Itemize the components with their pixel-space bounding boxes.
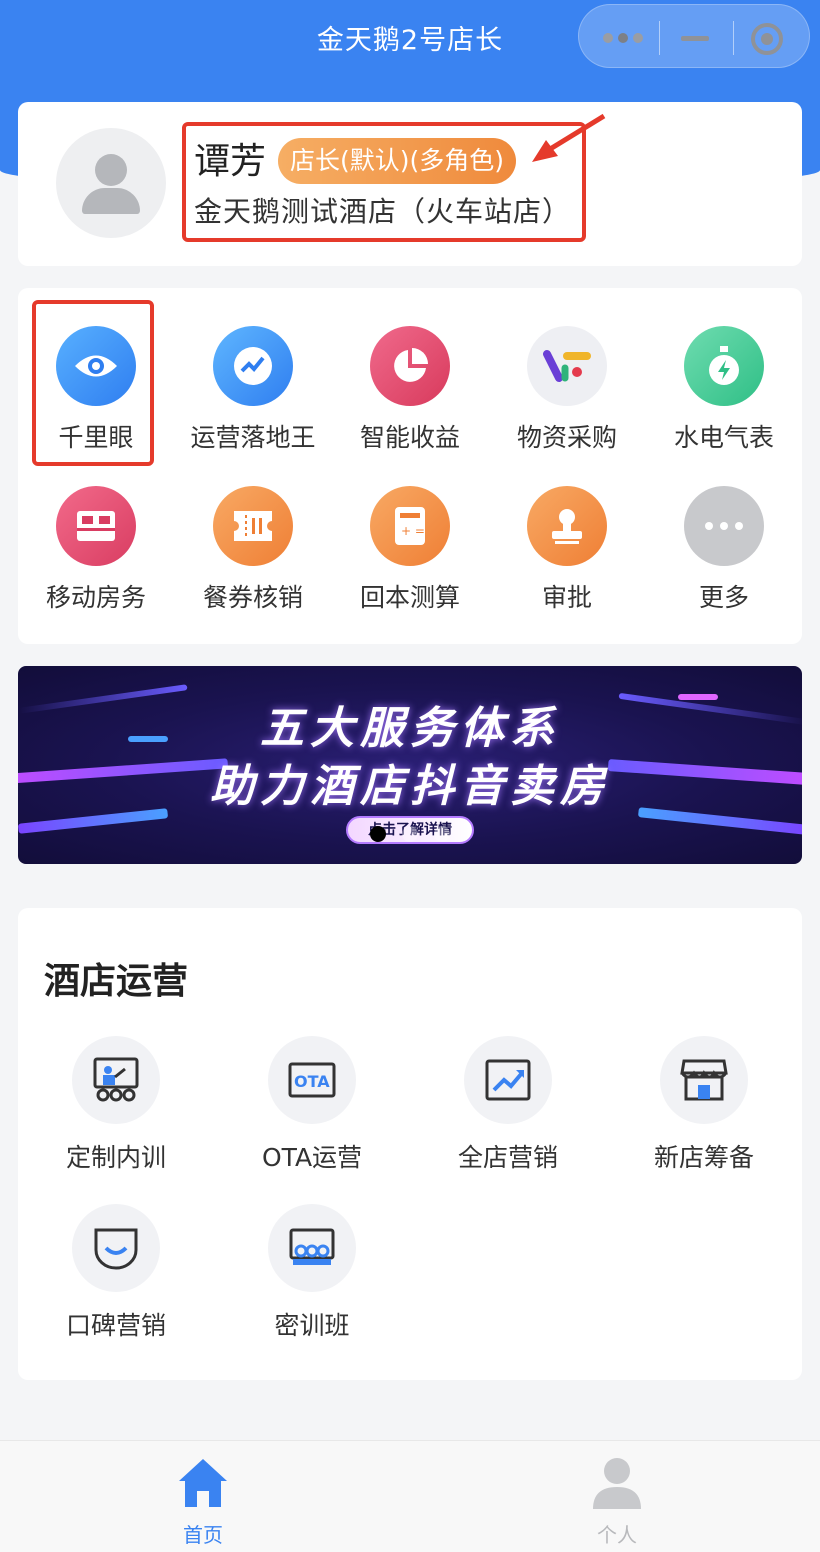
more-menu-icon[interactable]	[603, 33, 643, 43]
training-icon	[72, 1036, 160, 1124]
ops-item-label: OTA运营	[261, 1143, 363, 1172]
marketing-chart-icon	[464, 1036, 552, 1124]
meter-icon	[684, 326, 764, 406]
meal-ticket-icon	[213, 486, 293, 566]
ops-item-marketing[interactable]: 全店营销	[410, 1036, 606, 1174]
ops-item-label: 密训班	[274, 1311, 350, 1340]
menu-item-label: 千里眼	[58, 423, 134, 452]
more-dots-icon	[684, 486, 764, 566]
ops-item-label: 全店营销	[457, 1143, 558, 1172]
profile-highlight-box	[182, 122, 586, 242]
avatar[interactable]	[56, 128, 166, 238]
menu-item-label: 餐券核销	[202, 583, 303, 612]
minimize-icon[interactable]	[681, 36, 709, 41]
ops-item-secret-class[interactable]: 密训班	[214, 1204, 410, 1342]
pie-chart-icon	[370, 326, 450, 406]
classroom-icon	[268, 1204, 356, 1292]
ops-item-reputation[interactable]: 口碑营销	[18, 1204, 214, 1342]
eye-icon	[56, 326, 136, 406]
banner-pagination	[370, 826, 460, 842]
store-icon	[660, 1036, 748, 1124]
menu-item-label: 更多	[698, 583, 749, 612]
ops-item-label: 定制内训	[65, 1143, 166, 1172]
banner-subheadline: 助力酒店抖音卖房	[210, 761, 610, 812]
home-icon	[179, 1459, 227, 1507]
menu-item-operations[interactable]: 运营落地王	[175, 326, 331, 454]
menu-item-meter[interactable]: 水电气表	[646, 326, 802, 454]
svg-text:+ =: + =	[401, 524, 425, 538]
menu-item-housekeeping[interactable]: 移动房务	[18, 486, 174, 614]
menu-item-label: 回本测算	[359, 583, 460, 612]
promo-banner[interactable]: 五大服务体系 助力酒店抖音卖房 点击了解详情	[18, 666, 802, 864]
menu-item-procurement[interactable]: 物资采购	[489, 326, 645, 454]
ops-item-label: 口碑营销	[65, 1311, 166, 1340]
hotel-operations-card: 酒店运营 定制内训 OTA OTA运营 全店营销 新店筹备 口碑营销 密训班	[18, 908, 802, 1380]
svg-text:OTA: OTA	[294, 1072, 330, 1091]
tab-label: 个人	[597, 1523, 637, 1547]
menu-item-meal-ticket[interactable]: 餐券核销	[175, 486, 331, 614]
menu-item-payback[interactable]: + = 回本测算	[332, 486, 488, 614]
tab-label: 首页	[183, 1523, 223, 1547]
menu-item-qianliyan[interactable]: 千里眼	[18, 326, 174, 454]
bottom-tab-bar: 首页 个人	[0, 1440, 820, 1552]
annotation-arrow-icon	[532, 113, 606, 162]
pagination-dot[interactable]	[434, 826, 450, 842]
smile-icon	[72, 1204, 160, 1292]
menu-item-label: 运营落地王	[190, 423, 316, 452]
ops-item-ota[interactable]: OTA OTA运营	[214, 1036, 410, 1174]
ops-item-new-store[interactable]: 新店筹备	[606, 1036, 802, 1174]
menu-item-label: 审批	[541, 583, 592, 612]
menu-item-more[interactable]: 更多	[646, 486, 802, 614]
menu-item-label: 智能收益	[359, 423, 460, 452]
trend-icon	[213, 326, 293, 406]
tab-profile[interactable]: 个人	[557, 1455, 677, 1548]
bed-icon	[56, 486, 136, 566]
person-icon	[593, 1458, 641, 1509]
menu-item-label: 水电气表	[673, 423, 774, 452]
menu-item-approval[interactable]: 审批	[489, 486, 645, 614]
banner-headline: 五大服务体系	[260, 703, 560, 754]
procurement-logo-icon	[527, 326, 607, 406]
pagination-dot[interactable]	[402, 826, 418, 842]
ops-item-training[interactable]: 定制内训	[18, 1036, 214, 1174]
section-title: 酒店运营	[44, 961, 189, 1002]
pagination-dot[interactable]	[370, 826, 386, 842]
menu-item-label: 移动房务	[45, 583, 146, 612]
menu-item-revenue[interactable]: 智能收益	[332, 326, 488, 454]
ops-item-label: 新店筹备	[653, 1143, 754, 1172]
profile-card: 谭芳 店长(默认)(多角色) 金天鹅测试酒店（火车站店）	[18, 102, 802, 266]
calculator-icon: + =	[370, 486, 450, 566]
quick-menu-card: 千里眼 运营落地王 智能收益 物资采购 水电气表 移动房务 餐券核销 + = 回…	[18, 288, 802, 644]
mini-program-capsule	[578, 4, 810, 68]
menu-item-label: 物资采购	[516, 423, 617, 452]
stamp-icon	[527, 486, 607, 566]
close-target-icon[interactable]	[751, 23, 783, 55]
ota-icon: OTA	[268, 1036, 356, 1124]
tab-home[interactable]: 首页	[143, 1455, 263, 1548]
